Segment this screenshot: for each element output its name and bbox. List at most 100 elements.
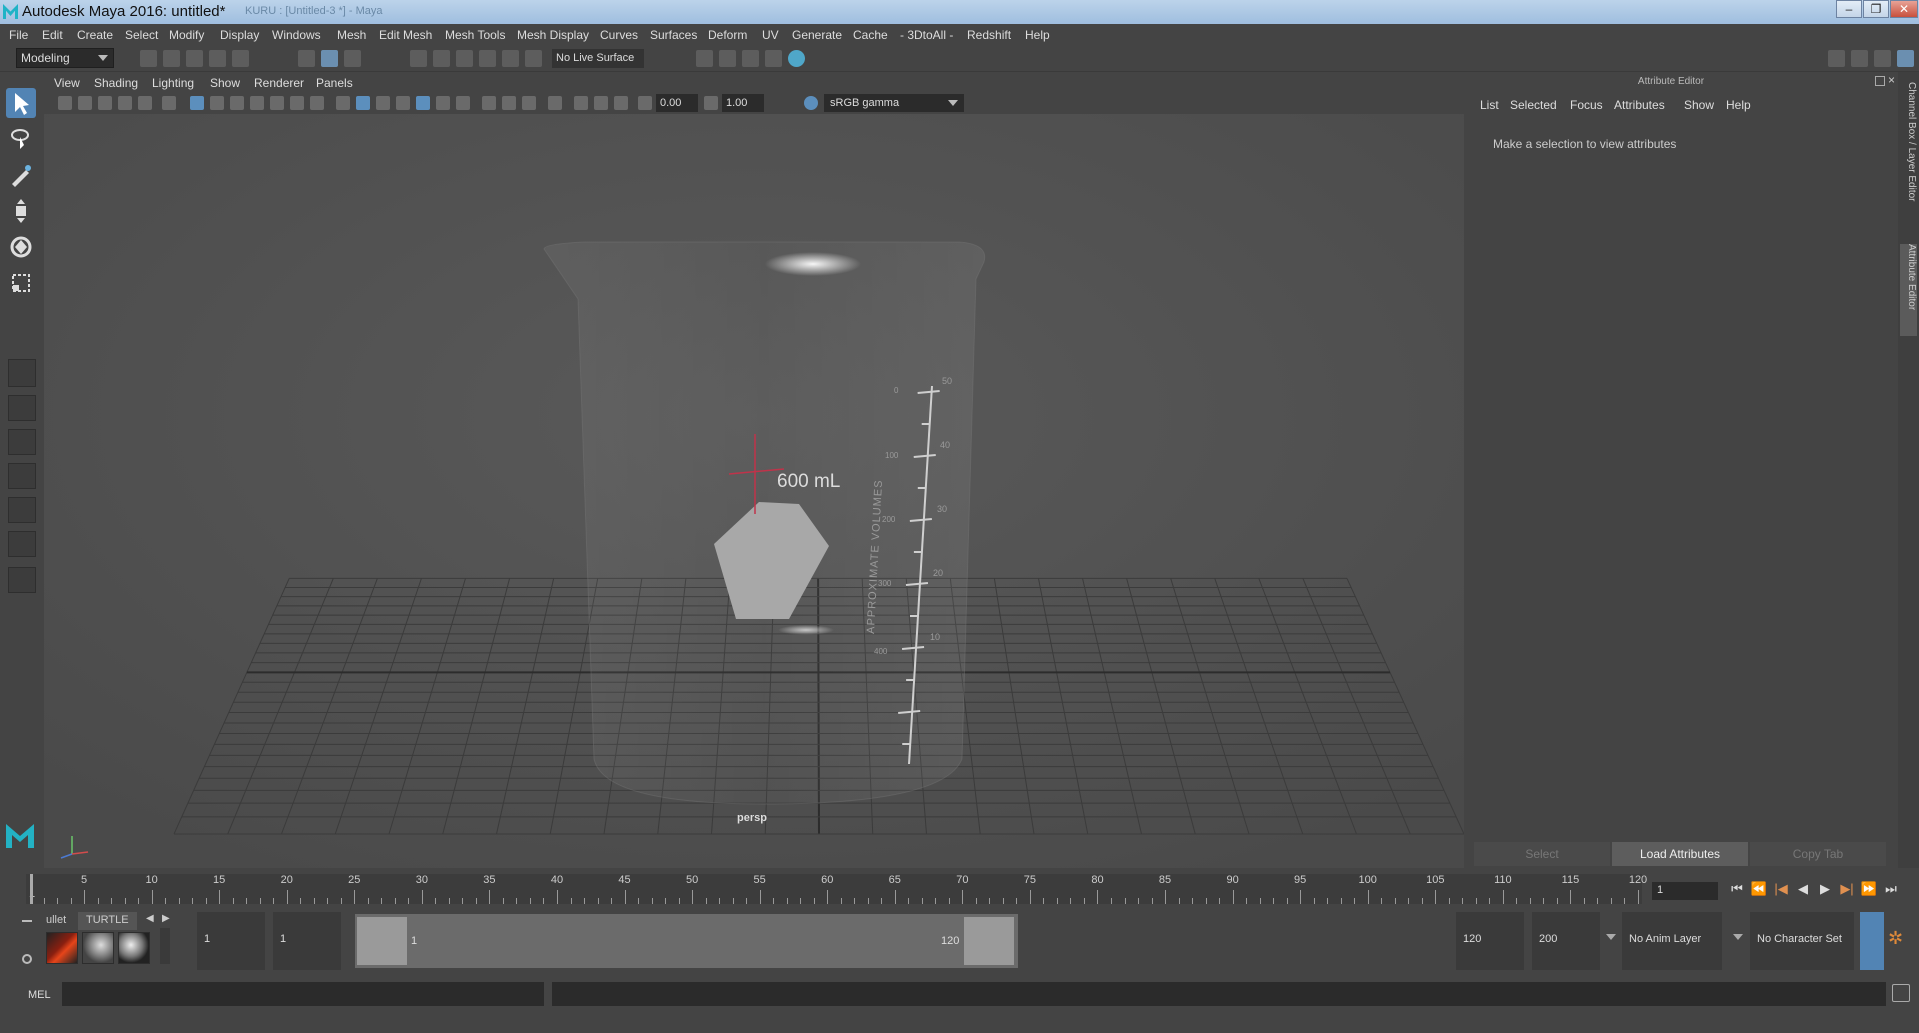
menu-cache[interactable]: Cache [853, 28, 888, 42]
chevron-down-icon[interactable] [1733, 934, 1743, 940]
modeling-toolkit-icon[interactable] [1828, 50, 1845, 67]
gamma-icon[interactable] [704, 96, 718, 110]
outliner-toggle-icon[interactable] [1874, 50, 1891, 67]
mode-select[interactable]: Modeling [16, 48, 114, 68]
hypershade-layout-icon[interactable] [8, 531, 36, 557]
panel-menu-shading[interactable]: Shading [94, 76, 138, 90]
menu-deform[interactable]: Deform [708, 28, 747, 42]
safe-action-icon[interactable] [290, 96, 304, 110]
select-tool-icon[interactable] [6, 88, 36, 118]
ae-menu-attributes[interactable]: Attributes [1614, 98, 1665, 112]
smooth-shade-icon[interactable] [356, 96, 370, 110]
render-frame-icon[interactable] [719, 50, 736, 67]
select-by-hierarchy-icon[interactable] [298, 50, 315, 67]
field-chart-icon[interactable] [270, 96, 284, 110]
undo-icon[interactable] [209, 50, 226, 67]
paint-select-tool-icon[interactable] [6, 160, 36, 190]
ipr-render-icon[interactable] [742, 50, 759, 67]
persp-outliner-layout-icon[interactable] [8, 463, 36, 489]
exposure-icon[interactable] [638, 96, 652, 110]
float-panel-icon[interactable] [1875, 76, 1885, 86]
shelf-scrollbar[interactable] [160, 928, 170, 964]
tab-channel-box[interactable]: Channel Box / Layer Editor [1900, 82, 1917, 232]
auto-key-icon[interactable] [1860, 912, 1884, 970]
select-button[interactable]: Select [1474, 842, 1610, 866]
panel-menu-renderer[interactable]: Renderer [254, 76, 304, 90]
menu-redshift[interactable]: Redshift [967, 28, 1011, 42]
menu-uv[interactable]: UV [762, 28, 779, 42]
menu-mesh-tools[interactable]: Mesh Tools [445, 28, 505, 42]
render-view-icon[interactable] [765, 50, 782, 67]
two-d-pan-zoom-icon[interactable] [138, 96, 152, 110]
snap-curve-icon[interactable] [433, 50, 450, 67]
render-settings-icon[interactable] [696, 50, 713, 67]
xray-joints-icon[interactable] [594, 96, 608, 110]
menu-surfaces[interactable]: Surfaces [650, 28, 697, 42]
safe-title-icon[interactable] [310, 96, 324, 110]
gamma-field[interactable]: 1.00 [722, 94, 764, 112]
load-attributes-button[interactable]: Load Attributes [1612, 842, 1748, 866]
ae-menu-show[interactable]: Show [1684, 98, 1714, 112]
redo-icon[interactable] [232, 50, 249, 67]
animation-end-field[interactable]: 200 [1532, 912, 1600, 970]
perspective-viewport[interactable]: 600 mL APPROXIMATE VOLUMES 0 100 200 300… [44, 114, 1464, 868]
current-time-indicator[interactable] [30, 874, 33, 904]
xray-components-icon[interactable] [614, 96, 628, 110]
four-view-layout-icon[interactable] [8, 395, 36, 421]
shelf-scroll-right-icon[interactable]: ▶ [162, 913, 170, 924]
script-editor-icon[interactable] [1892, 984, 1910, 1002]
use-all-lights-icon[interactable] [436, 96, 450, 110]
chevron-down-icon[interactable] [1606, 934, 1616, 940]
menu-mesh-display[interactable]: Mesh Display [517, 28, 589, 42]
layout-icon[interactable] [1851, 50, 1868, 67]
play-backward-button[interactable]: ◀ [1794, 880, 1812, 898]
range-end-handle[interactable] [964, 917, 1014, 965]
menu-windows[interactable]: Windows [272, 28, 321, 42]
tab-attribute-editor[interactable]: Attribute Editor [1900, 244, 1917, 336]
snap-magnet-icon[interactable] [525, 50, 542, 67]
step-forward-key-button[interactable]: ⏩ [1860, 880, 1878, 898]
snap-live-icon[interactable] [502, 50, 519, 67]
lasso-tool-icon[interactable] [6, 124, 36, 154]
film-gate-icon[interactable] [210, 96, 224, 110]
select-by-component-icon[interactable] [344, 50, 361, 67]
playback-range-bar[interactable]: 1 120 [355, 914, 1018, 968]
persp-graph-layout-icon[interactable] [8, 497, 36, 523]
gate-mask-icon[interactable] [250, 96, 264, 110]
step-forward-frame-button[interactable]: ▶| [1838, 880, 1856, 898]
script-language-toggle[interactable]: MEL [28, 989, 51, 1001]
panel-menu-panels[interactable]: Panels [316, 76, 353, 90]
panel-menu-view[interactable]: View [54, 76, 80, 90]
menu-select[interactable]: Select [125, 28, 158, 42]
shelf-tab-bullet[interactable]: ullet [38, 912, 74, 930]
range-start-handle[interactable] [357, 917, 407, 965]
camera-select-icon[interactable] [58, 96, 72, 110]
wireframe-icon[interactable] [336, 96, 350, 110]
motion-blur-icon[interactable] [502, 96, 516, 110]
shelf-tab-turtle[interactable]: TURTLE [78, 912, 137, 930]
bookmark-icon[interactable] [98, 96, 112, 110]
menu-3dtoall[interactable]: - 3DtoAll - [900, 28, 953, 42]
maximize-button[interactable]: ❐ [1863, 0, 1889, 18]
color-space-select[interactable]: sRGB gamma [824, 94, 964, 112]
playback-start-field[interactable]: 1 [273, 912, 341, 970]
menu-curves[interactable]: Curves [600, 28, 638, 42]
use-default-material-icon[interactable] [376, 96, 390, 110]
snap-point-icon[interactable] [456, 50, 473, 67]
image-plane-icon[interactable] [118, 96, 132, 110]
channel-box-toggle-icon[interactable] [1897, 50, 1914, 67]
anti-aliasing-icon[interactable] [522, 96, 536, 110]
shelf-collapse-icon[interactable] [22, 920, 32, 922]
isolate-select-icon[interactable] [548, 96, 562, 110]
animation-preferences-icon[interactable]: ✲ [1888, 928, 1910, 950]
two-view-layout-icon[interactable] [8, 429, 36, 455]
close-button[interactable]: ✕ [1890, 0, 1918, 18]
ae-menu-help[interactable]: Help [1726, 98, 1751, 112]
step-back-frame-button[interactable]: |◀ [1772, 880, 1790, 898]
menu-mesh[interactable]: Mesh [337, 28, 366, 42]
snap-grid-icon[interactable] [410, 50, 427, 67]
save-scene-icon[interactable] [186, 50, 203, 67]
live-surface-field[interactable]: No Live Surface [552, 49, 644, 68]
open-scene-icon[interactable] [163, 50, 180, 67]
shelf-settings-icon[interactable] [22, 954, 32, 964]
